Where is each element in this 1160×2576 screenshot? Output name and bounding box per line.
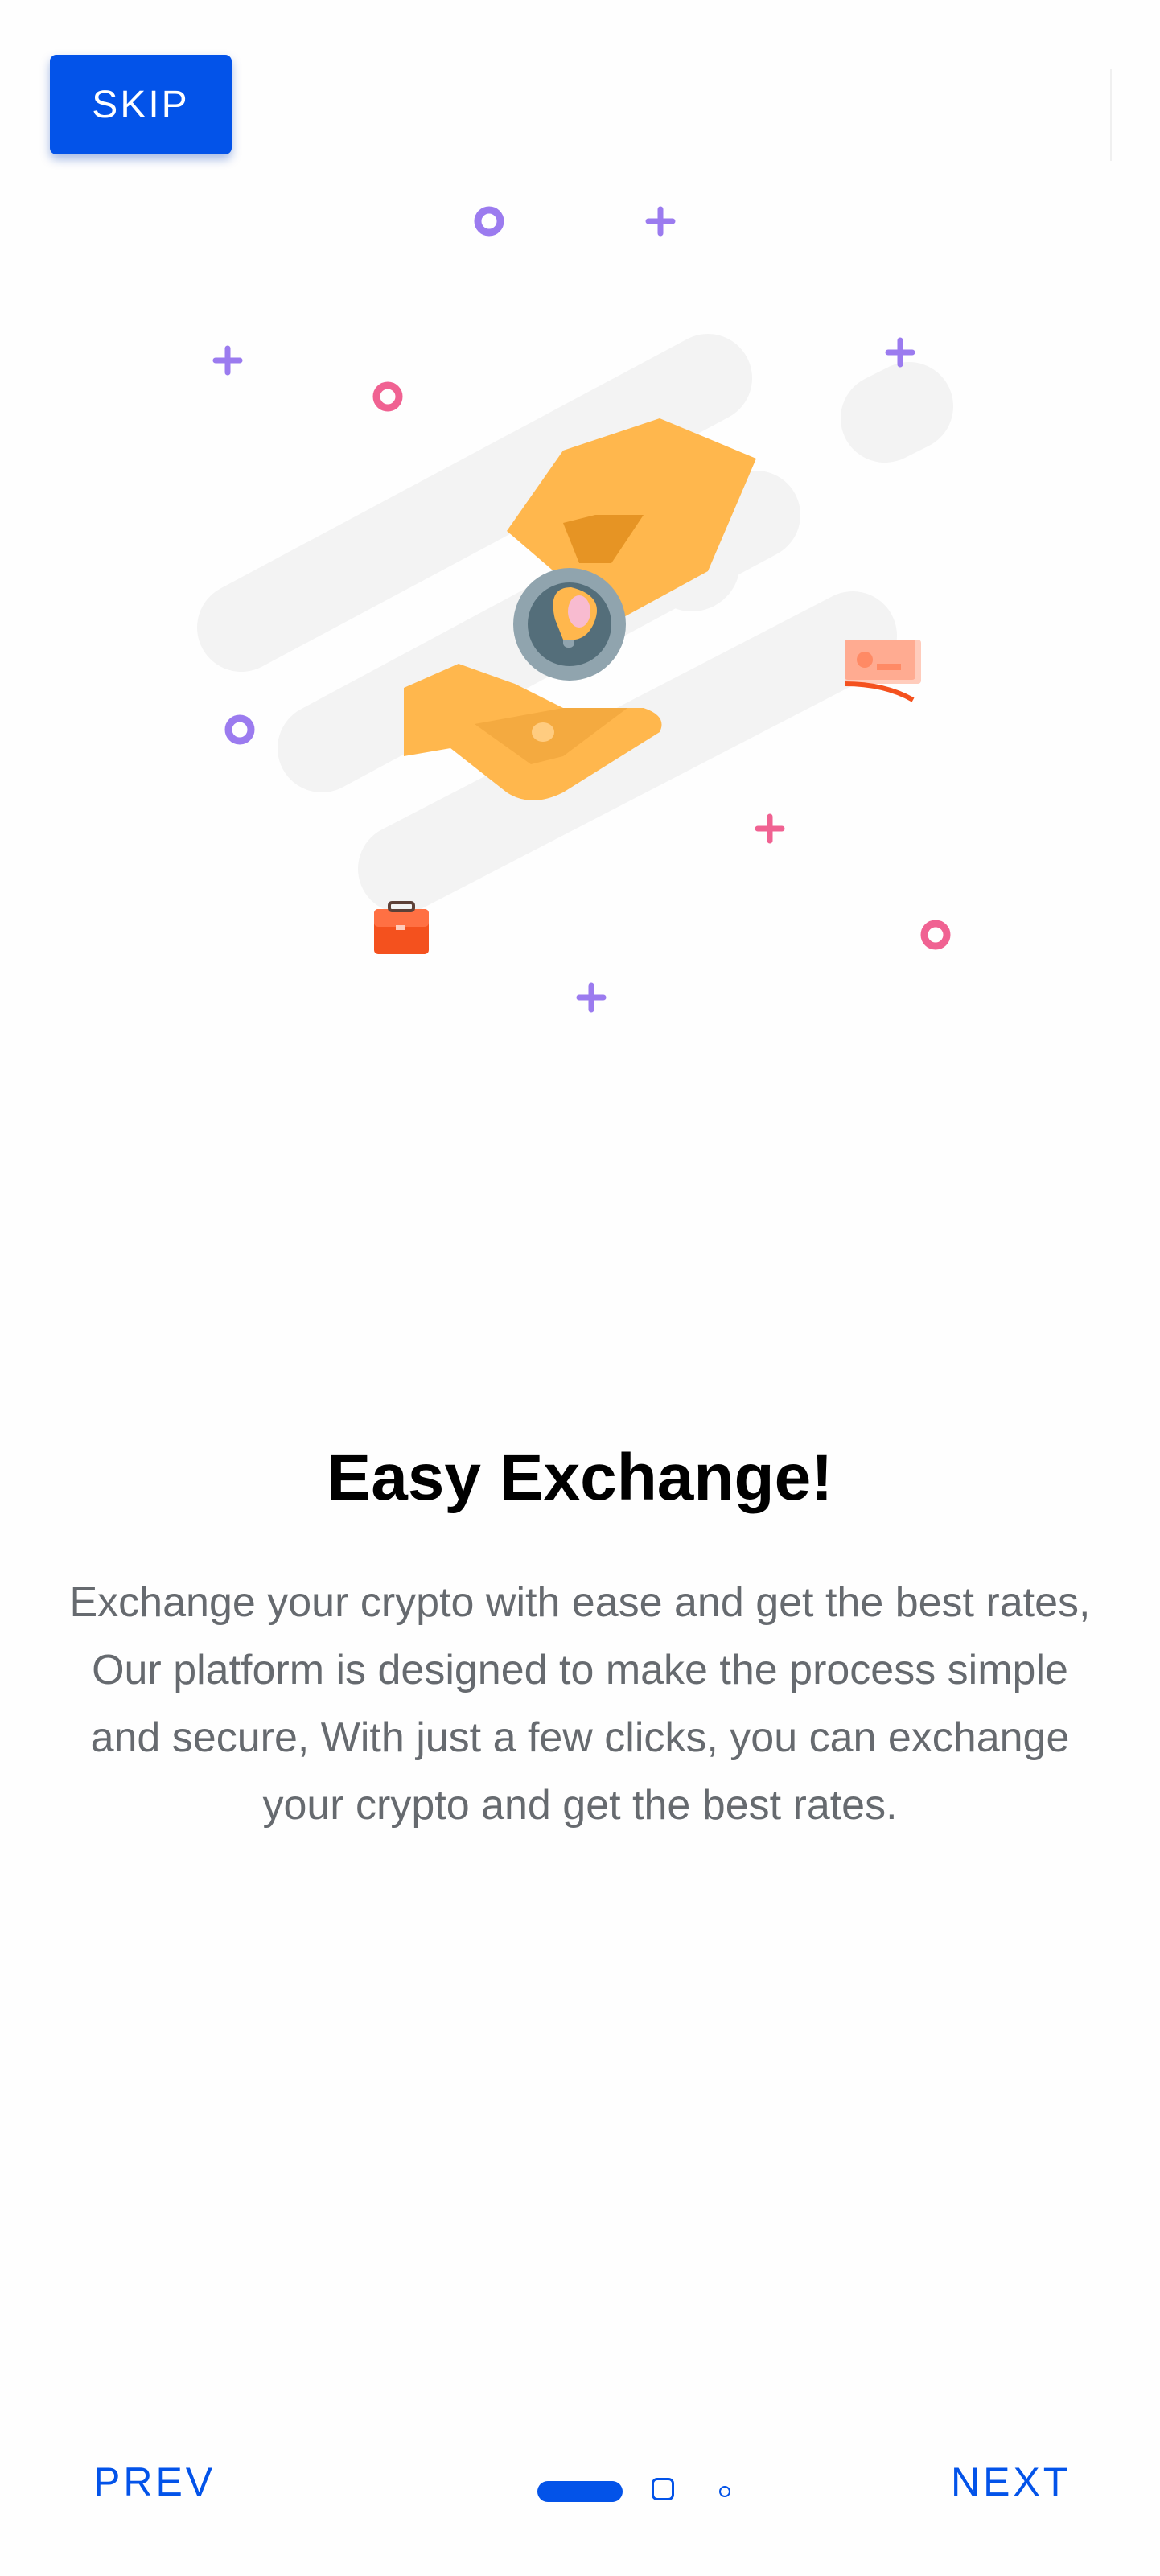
page-dot[interactable] — [652, 2478, 674, 2500]
prev-button[interactable]: PREV — [93, 2446, 216, 2518]
exchange-illustration — [197, 206, 953, 1013]
slide-title: Easy Exchange! — [327, 1441, 833, 1514]
page-dot[interactable] — [719, 2486, 730, 2497]
card-icon — [844, 640, 921, 702]
next-button[interactable]: NEXT — [951, 2446, 1071, 2518]
slide-description: Exchange your crypto with ease and get t… — [69, 1579, 1091, 1829]
briefcase-icon — [374, 901, 429, 954]
page-dot-active[interactable] — [537, 2481, 623, 2502]
